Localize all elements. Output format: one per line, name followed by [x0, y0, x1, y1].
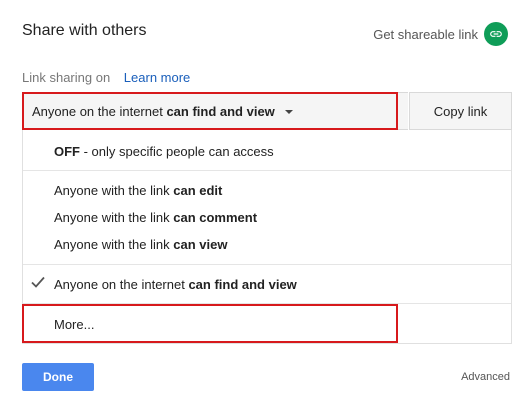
option-internet-bold: can find and view	[188, 277, 297, 292]
link-sharing-label: Link sharing on	[22, 70, 111, 85]
option-link-can-edit-prefix: Anyone with the link	[54, 183, 174, 198]
get-shareable-link[interactable]: Get shareable link	[373, 22, 508, 46]
dialog-title: Share with others	[22, 22, 147, 39]
option-link-can-comment-bold: can comment	[173, 210, 258, 225]
option-more[interactable]: More...	[54, 317, 94, 332]
get-shareable-link-label[interactable]: Get shareable link	[373, 27, 478, 42]
dropdown-selected-prefix: Anyone on the internet	[32, 103, 167, 119]
option-internet-can-find-and-view[interactable]: Anyone on the internet can find and view	[54, 277, 297, 292]
copy-link-button[interactable]: Copy link	[409, 92, 512, 130]
divider	[23, 170, 511, 171]
done-button[interactable]: Done	[22, 363, 94, 391]
option-link-can-edit-bold: can edit	[173, 183, 223, 198]
learn-more-link[interactable]: Learn more	[124, 70, 190, 85]
option-internet-prefix: Anyone on the internet	[54, 277, 189, 292]
sharing-options-menu: OFF - only specific people can access An…	[22, 130, 512, 344]
sharing-level-dropdown[interactable]: Anyone on the internet can find and view	[22, 92, 408, 130]
option-link-can-comment[interactable]: Anyone with the link can comment	[54, 210, 257, 225]
option-link-can-view-prefix: Anyone with the link	[54, 237, 174, 252]
option-off[interactable]: OFF - only specific people can access	[54, 144, 274, 159]
dropdown-selected-bold: can find and view	[166, 103, 275, 119]
divider	[23, 303, 511, 304]
checkmark-icon	[31, 276, 45, 291]
caret-down-icon	[284, 109, 293, 114]
option-link-can-view-bold: can view	[173, 237, 228, 252]
option-link-can-comment-prefix: Anyone with the link	[54, 210, 174, 225]
divider	[23, 264, 511, 265]
option-link-can-edit[interactable]: Anyone with the link can edit	[54, 183, 222, 198]
advanced-link[interactable]: Advanced	[461, 371, 510, 383]
option-off-bold: OFF	[54, 144, 80, 159]
link-icon[interactable]	[484, 22, 508, 46]
link-sharing-row: Link sharing on Learn more	[22, 70, 190, 85]
option-off-rest: - only specific people can access	[80, 144, 274, 159]
option-link-can-view[interactable]: Anyone with the link can view	[54, 237, 227, 252]
